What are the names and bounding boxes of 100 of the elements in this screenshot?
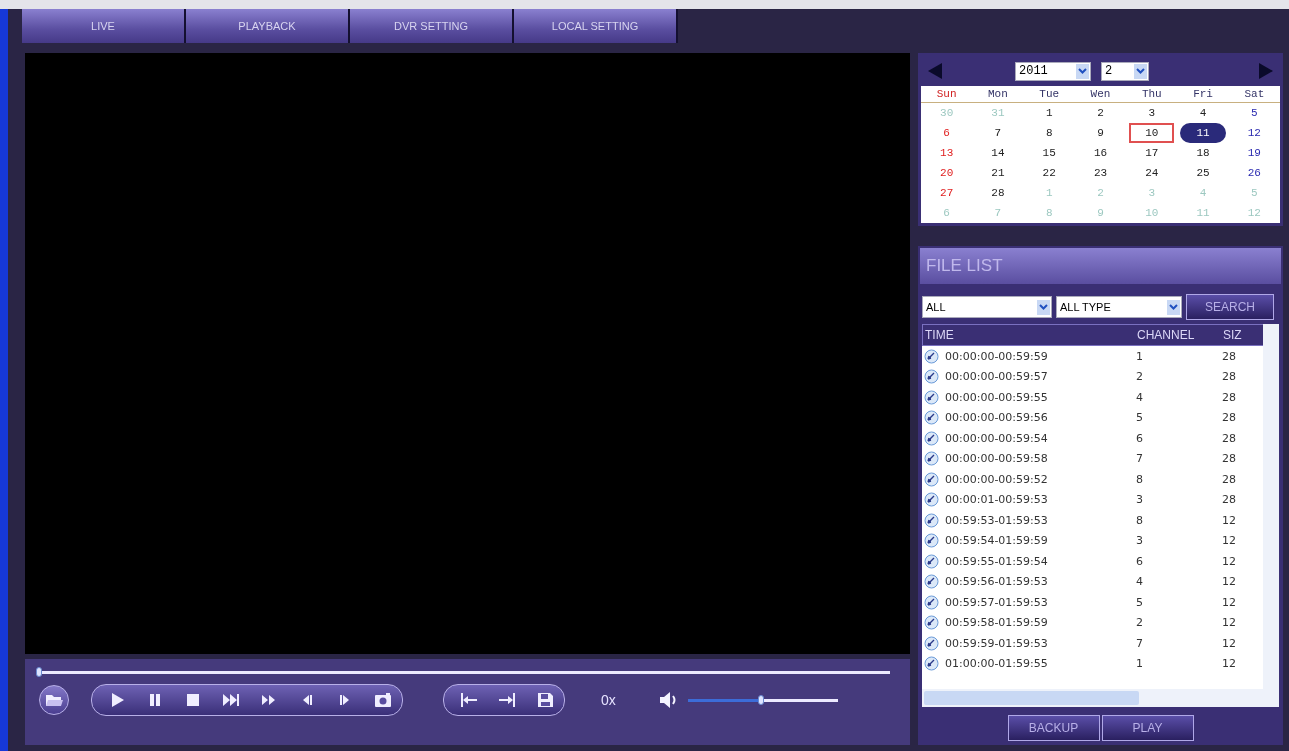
action-button[interactable]: PLAY bbox=[1101, 715, 1194, 741]
table-cell: 00:00:00-00:59:59 bbox=[945, 349, 1048, 363]
stop-icon[interactable] bbox=[184, 692, 202, 708]
open-folder-button[interactable] bbox=[39, 685, 69, 715]
calendar-day[interactable]: 8 bbox=[1026, 123, 1072, 143]
calendar-day[interactable]: 10 bbox=[1129, 123, 1175, 143]
camera-icon[interactable] bbox=[374, 692, 392, 708]
calendar-day[interactable]: 11 bbox=[1180, 123, 1226, 143]
table-cell-text: 28 bbox=[1222, 370, 1237, 384]
table-cell: 01:00:00-01:59:55 bbox=[945, 657, 1048, 671]
calendar-day[interactable]: 4 bbox=[1180, 103, 1226, 123]
horizontal-scrollbar[interactable] bbox=[922, 689, 1279, 707]
table-cell-text: 3 bbox=[1135, 534, 1144, 548]
file-list-title: FILE LIST bbox=[918, 246, 1283, 286]
caret-icon[interactable] bbox=[1167, 299, 1180, 315]
table-cell-text: 12 bbox=[1222, 636, 1237, 650]
calendar-day[interactable]: 7 bbox=[975, 123, 1021, 143]
channel-dropdown[interactable]: ALL bbox=[922, 296, 1052, 318]
caret-icon[interactable] bbox=[1134, 63, 1147, 79]
table-cell-text: 28 bbox=[1222, 472, 1237, 486]
calendar-day[interactable]: 24 bbox=[1129, 163, 1175, 183]
calendar-day[interactable]: 23 bbox=[1077, 163, 1124, 183]
clip-end-icon[interactable] bbox=[498, 692, 516, 708]
volume-slider[interactable] bbox=[687, 698, 838, 702]
skip-next-icon[interactable] bbox=[222, 692, 240, 708]
search-button[interactable]: SEARCH bbox=[1186, 294, 1274, 320]
calendar-day[interactable]: 15 bbox=[1026, 143, 1072, 163]
column-header: TIME bbox=[924, 328, 955, 342]
calendar-day[interactable]: 12 bbox=[1231, 123, 1277, 143]
record-icon bbox=[924, 471, 939, 487]
calendar-day[interactable]: 1 bbox=[1026, 103, 1072, 123]
record-icon bbox=[924, 369, 939, 385]
vertical-scrollbar[interactable] bbox=[1263, 324, 1279, 689]
calendar-day[interactable]: 25 bbox=[1180, 163, 1226, 183]
table-cell: 00:00:01-00:59:53 bbox=[945, 493, 1048, 507]
record-icon bbox=[924, 389, 939, 405]
action-button[interactable]: BACKUP bbox=[1007, 715, 1100, 741]
table-cell: 00:00:00-00:59:57 bbox=[945, 370, 1048, 384]
table-cell: 00:00:00-00:59:52 bbox=[945, 472, 1048, 486]
weekday-label: Mon bbox=[972, 86, 1024, 103]
weekday-label: Sat bbox=[1228, 86, 1280, 103]
calendar-day[interactable]: 18 bbox=[1180, 143, 1226, 163]
table-cell: 00:00:00-00:59:54 bbox=[945, 431, 1048, 445]
calendar-day[interactable]: 3 bbox=[1129, 103, 1175, 123]
calendar-day[interactable]: 6 bbox=[924, 123, 970, 143]
table-cell: 00:59:59-01:59:53 bbox=[945, 636, 1048, 650]
table-cell-text: 28 bbox=[1222, 493, 1237, 507]
year-dropdown[interactable]: 2011 bbox=[1015, 61, 1091, 81]
table-cell-text: 2 bbox=[1135, 370, 1144, 384]
tab[interactable]: PLAYBACK bbox=[186, 9, 350, 43]
table-cell-text: 1 bbox=[1135, 657, 1144, 671]
table-cell-text: 8 bbox=[1135, 513, 1144, 527]
record-icon bbox=[924, 615, 939, 631]
table-cell: 00:59:58-01:59:59 bbox=[945, 616, 1048, 630]
calendar-day[interactable]: 9 bbox=[1077, 123, 1124, 143]
table-cell-text: 8 bbox=[1135, 472, 1144, 486]
weekday-label: Fri bbox=[1177, 86, 1229, 103]
record-icon bbox=[924, 553, 939, 569]
calendar-day[interactable]: 5 bbox=[1231, 103, 1277, 123]
table-cell-text: 7 bbox=[1135, 636, 1144, 650]
calendar-day[interactable]: 17 bbox=[1129, 143, 1175, 163]
table-cell-text: 2 bbox=[1135, 616, 1144, 630]
tab[interactable]: LIVE bbox=[22, 9, 186, 43]
calendar-day[interactable]: 26 bbox=[1231, 163, 1277, 183]
calendar-day[interactable]: 22 bbox=[1026, 163, 1072, 183]
caret-icon[interactable] bbox=[1076, 63, 1089, 79]
table-cell-text: 28 bbox=[1222, 349, 1237, 363]
caret-icon[interactable] bbox=[1037, 299, 1050, 315]
record-icon bbox=[924, 512, 939, 528]
tab[interactable]: DVR SETTING bbox=[350, 9, 514, 43]
weekday-label: Tue bbox=[1023, 86, 1075, 103]
record-icon bbox=[924, 533, 939, 549]
clip-start-icon[interactable] bbox=[460, 692, 478, 708]
record-icon bbox=[924, 492, 939, 508]
record-icon bbox=[924, 574, 939, 590]
table-cell-text: 7 bbox=[1135, 452, 1144, 466]
calendar-day[interactable]: 2 bbox=[1077, 103, 1124, 123]
calendar-day[interactable]: 14 bbox=[975, 143, 1021, 163]
record-icon bbox=[924, 348, 939, 364]
type-dropdown[interactable]: ALL TYPE bbox=[1056, 296, 1182, 318]
record-icon bbox=[924, 410, 939, 426]
calendar-day[interactable]: 27 bbox=[924, 183, 970, 203]
table-cell-text: 28 bbox=[1222, 390, 1237, 404]
save-icon[interactable] bbox=[536, 692, 554, 708]
table-cell-text: 1 bbox=[1135, 349, 1144, 363]
speed-label: 0x bbox=[601, 692, 616, 708]
calendar-day[interactable]: 16 bbox=[1077, 143, 1124, 163]
calendar-day[interactable]: 13 bbox=[924, 143, 970, 163]
table-cell: 00:59:53-01:59:53 bbox=[945, 513, 1048, 527]
table-cell-text: 4 bbox=[1135, 575, 1144, 589]
table-cell-text: 3 bbox=[1135, 493, 1144, 507]
table-cell-text: 12 bbox=[1222, 575, 1237, 589]
calendar-day[interactable]: 19 bbox=[1231, 143, 1277, 163]
calendar-day[interactable]: 28 bbox=[975, 183, 1021, 203]
table-cell-text: 5 bbox=[1135, 595, 1144, 609]
calendar-day[interactable]: 21 bbox=[975, 163, 1021, 183]
table-cell-text: 12 bbox=[1222, 513, 1237, 527]
calendar-day[interactable]: 20 bbox=[924, 163, 970, 183]
tab[interactable]: LOCAL SETTING bbox=[514, 9, 678, 43]
month-dropdown[interactable]: 2 bbox=[1101, 61, 1149, 81]
